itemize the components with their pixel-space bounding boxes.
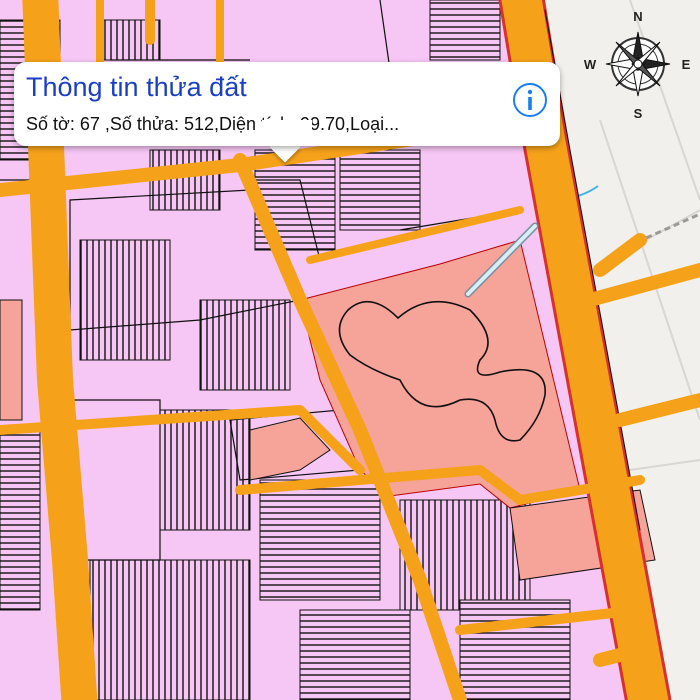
popup-tail-cover bbox=[262, 120, 312, 142]
compass-north-label: N bbox=[633, 9, 642, 24]
compass-west-label: W bbox=[584, 57, 597, 72]
info-icon bbox=[513, 83, 547, 117]
popup-title: Thông tin thửa đất bbox=[26, 72, 247, 102]
compass-south-label: S bbox=[634, 106, 643, 121]
info-button[interactable] bbox=[511, 81, 549, 119]
compass-rose-icon: N S W E bbox=[584, 9, 691, 121]
highlighted-parcel-west[interactable] bbox=[0, 299, 23, 421]
compass-east-label: E bbox=[682, 57, 691, 72]
